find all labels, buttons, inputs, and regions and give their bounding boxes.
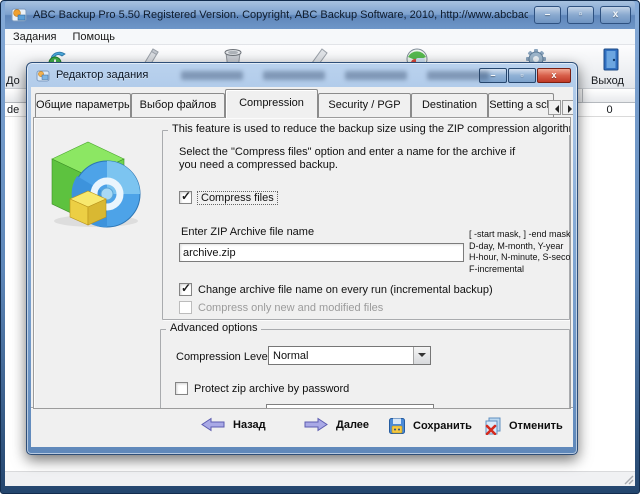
chevron-down-icon[interactable]	[413, 347, 430, 364]
compression-level-label: Compression Level	[176, 351, 270, 363]
dialog-icon	[36, 68, 51, 83]
dialog-button-bar: Назад Далее	[31, 407, 573, 447]
toolbar-exit-label[interactable]: Выход	[591, 75, 624, 87]
close-button[interactable]: x	[600, 6, 631, 24]
menu-tasks[interactable]: Задания	[13, 31, 56, 43]
tab-destination[interactable]: Destination	[411, 93, 488, 117]
app-root: ABC Backup Pro 5.50 Registered Version. …	[0, 0, 640, 494]
dialog-title: Редактор задания	[56, 69, 148, 81]
tab-scroll-left-icon[interactable]	[548, 100, 561, 115]
blurred-background-label	[427, 71, 489, 80]
change-name-label: Change archive file name on every run (i…	[198, 284, 493, 296]
cancel-x-icon	[484, 417, 502, 435]
advanced-group-title: Advanced options	[166, 322, 261, 334]
tab-file-select[interactable]: Выбор файлов	[131, 93, 225, 117]
compression-product-icon	[44, 137, 144, 229]
task-editor-dialog: Редактор задания – ▫ x Общие параметры В…	[26, 62, 578, 455]
dialog-client-area: Общие параметры Выбор файлов Compression…	[31, 87, 573, 447]
save-floppy-icon	[388, 417, 406, 435]
compression-group-title: This feature is used to reduce the backu…	[168, 123, 571, 135]
minimize-button[interactable]: –	[534, 6, 561, 24]
checkbox-unchecked-icon[interactable]	[175, 382, 188, 395]
task-executions-cell: 0	[582, 103, 635, 117]
compress-files-label: Compress files	[198, 192, 277, 204]
compression-intro-text: Select the "Compress files" option and e…	[179, 146, 524, 172]
tab-security[interactable]: Security / PGP	[318, 93, 411, 117]
checkbox-unchecked-icon	[179, 301, 192, 314]
filename-mask-hint: [ -start mask, ] -end mask D-day, M-mont…	[469, 229, 571, 275]
advanced-options-group: Advanced options Compression Level Norma…	[160, 329, 570, 409]
dialog-maximize-button[interactable]: ▫	[508, 68, 536, 83]
dialog-titlebar[interactable]: Редактор задания – ▫ x	[31, 63, 573, 87]
exit-door-icon[interactable]	[599, 47, 623, 71]
arrow-left-icon	[200, 417, 226, 432]
zip-name-label: Enter ZIP Archive file name	[181, 226, 314, 238]
window-title: ABC Backup Pro 5.50 Registered Version. …	[33, 9, 528, 21]
maximize-button[interactable]: ▫	[567, 6, 594, 24]
statusbar	[5, 471, 635, 486]
compression-level-value: Normal	[269, 350, 413, 362]
zip-name-input[interactable]	[179, 243, 464, 262]
executions-column-header[interactable]	[582, 89, 635, 102]
arrow-right-icon	[303, 417, 329, 432]
blurred-background-label	[345, 71, 407, 80]
tab-general[interactable]: Общие параметры	[35, 93, 131, 117]
compress-new-checkbox: Compress only new and modified files	[179, 301, 383, 314]
tab-scroll-right-icon[interactable]	[562, 100, 573, 115]
dialog-close-button[interactable]: x	[537, 68, 571, 83]
next-button[interactable]: Далее	[303, 417, 369, 432]
menu-help[interactable]: Помощь	[72, 31, 115, 43]
protect-password-checkbox[interactable]: Protect zip archive by password	[175, 382, 349, 395]
compression-tab-pane: This feature is used to reduce the backu…	[33, 117, 571, 409]
checkbox-checked-icon[interactable]	[179, 283, 192, 296]
resize-grip-icon[interactable]	[622, 473, 634, 485]
app-icon	[11, 7, 27, 23]
cancel-button[interactable]: Отменить	[484, 417, 563, 435]
checkbox-checked-icon[interactable]	[179, 191, 192, 204]
blurred-background-label	[181, 71, 243, 80]
save-button[interactable]: Сохранить	[388, 417, 472, 435]
blurred-background-label	[263, 71, 325, 80]
main-titlebar[interactable]: ABC Backup Pro 5.50 Registered Version. …	[5, 1, 635, 29]
compression-group: This feature is used to reduce the backu…	[162, 130, 570, 320]
change-name-checkbox[interactable]: Change archive file name on every run (i…	[179, 283, 493, 296]
compress-files-checkbox[interactable]: Compress files	[179, 191, 277, 204]
task-name-cell: de	[7, 103, 19, 117]
protect-password-label: Protect zip archive by password	[194, 383, 349, 395]
tab-schedule[interactable]: Setting a sch	[488, 93, 554, 117]
compression-level-select[interactable]: Normal	[268, 346, 431, 365]
back-button[interactable]: Назад	[200, 417, 266, 432]
compress-new-label: Compress only new and modified files	[198, 302, 383, 314]
toolbar-label-fragment: До	[6, 75, 20, 87]
menubar: Задания Помощь	[5, 29, 635, 45]
tab-compression[interactable]: Compression	[225, 89, 318, 118]
password-input[interactable]	[266, 404, 434, 409]
